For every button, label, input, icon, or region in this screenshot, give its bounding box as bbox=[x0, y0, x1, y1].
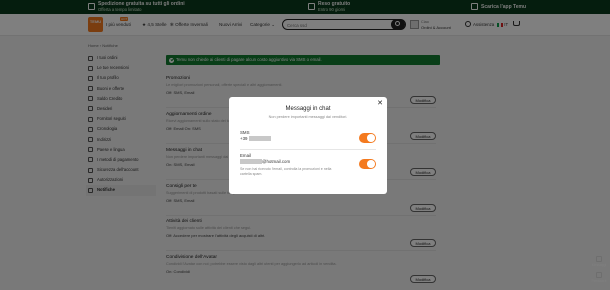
sms-value: +39 bbox=[240, 136, 376, 142]
redacted-phone bbox=[248, 136, 271, 142]
redacted-email bbox=[240, 159, 262, 165]
sms-toggle[interactable] bbox=[359, 133, 376, 143]
sms-number-prefix: +39 bbox=[240, 136, 248, 141]
email-domain: @hotmail.com bbox=[262, 159, 291, 164]
chat-messages-dialog: ✕ Messaggi in chat Non perdere important… bbox=[229, 97, 387, 194]
sms-label: SMS bbox=[240, 130, 250, 135]
email-toggle[interactable] bbox=[359, 159, 376, 169]
sms-option: SMS +39 bbox=[240, 130, 376, 143]
dialog-subtitle: Non perdere importanti messaggi dai vend… bbox=[268, 115, 348, 119]
email-value: @hotmail.com bbox=[240, 159, 376, 165]
email-label: Email bbox=[240, 153, 251, 158]
dialog-divider bbox=[240, 149, 376, 150]
email-note: Se non hai ricevuto l'email, controlla l… bbox=[240, 167, 332, 176]
email-option: Email @hotmail.com Se non hai ricevuto l… bbox=[240, 153, 376, 176]
dialog-title: Messaggi in chat bbox=[285, 106, 331, 112]
